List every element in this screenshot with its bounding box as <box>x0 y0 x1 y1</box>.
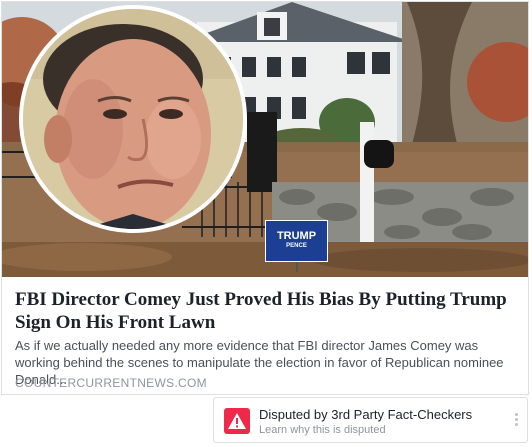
yard-sign-line2: PENCE <box>286 243 307 249</box>
learn-why-link[interactable]: Learn why this is disputed <box>259 424 386 436</box>
disputed-title: Disputed by 3rd Party Fact-Checkers <box>259 407 473 422</box>
article-image[interactable]: TRUMP PENCE <box>2 2 528 277</box>
warning-icon <box>224 408 250 434</box>
portrait-inset <box>19 5 247 233</box>
yard-sign-line1: TRUMP <box>276 230 317 242</box>
portrait-face <box>23 9 243 229</box>
link-preview-card[interactable]: TRUMP PENCE FBI Director Comey Just Prov… <box>1 1 529 395</box>
yard-sign: TRUMP PENCE <box>265 220 328 262</box>
disputed-banner[interactable]: Disputed by 3rd Party Fact-Checkers Lear… <box>213 397 528 443</box>
article-domain: COUNTERCURRENTNEWS.COM <box>15 376 207 390</box>
more-options-icon[interactable] <box>513 411 519 431</box>
article-headline[interactable]: FBI Director Comey Just Proved His Bias … <box>15 288 520 334</box>
